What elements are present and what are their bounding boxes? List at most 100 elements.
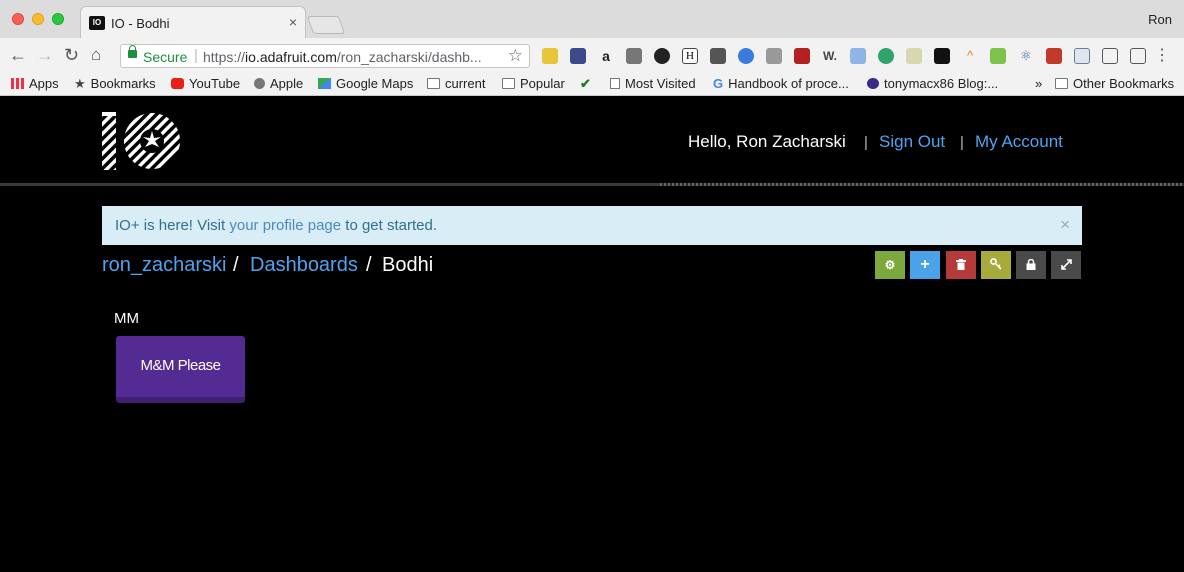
- apple-icon: [254, 78, 265, 89]
- header-divider-dashed: [660, 183, 1184, 186]
- folder-icon: [1055, 78, 1068, 89]
- image-icon[interactable]: [906, 48, 922, 64]
- breadcrumb-separator: /: [366, 254, 372, 276]
- cast-icon[interactable]: [1102, 48, 1118, 64]
- google-maps-icon: [318, 78, 331, 89]
- user-greeting: Hello, Ron Zacharski: [688, 132, 846, 151]
- forward-arrow-icon[interactable]: →: [36, 46, 54, 64]
- dashboard-settings-button[interactable]: ⚙: [875, 251, 905, 279]
- amazon-badge-icon[interactable]: [934, 48, 950, 64]
- extension-icon[interactable]: [766, 48, 782, 64]
- youtube-icon: [171, 78, 184, 89]
- folder-icon: [427, 78, 440, 89]
- my-account-link[interactable]: My Account: [975, 132, 1063, 152]
- bookmark-handbook[interactable]: G Handbook of proce...: [713, 76, 849, 91]
- browser-menu-icon[interactable]: ⋮: [1154, 45, 1170, 65]
- io-plus-alert: IO+ is here! Visit your profile page to …: [102, 206, 1082, 245]
- tab-title: IO - Bodhi: [111, 16, 170, 31]
- sign-out-link[interactable]: Sign Out: [879, 132, 945, 152]
- lock-dashboard-button[interactable]: [1016, 251, 1046, 279]
- extension-icon[interactable]: [626, 48, 642, 64]
- fullscreen-button[interactable]: [1051, 251, 1081, 279]
- url-host: io.adafruit.com: [245, 49, 337, 65]
- bookmark-google-maps[interactable]: Google Maps: [318, 76, 413, 91]
- profile-name[interactable]: Ron: [1148, 12, 1172, 27]
- extension-icon[interactable]: ^: [962, 48, 978, 64]
- profile-page-link[interactable]: your profile page: [229, 217, 341, 234]
- new-tab-button[interactable]: [306, 16, 346, 34]
- add-block-button[interactable]: +: [910, 251, 940, 279]
- extension-icon[interactable]: [990, 48, 1006, 64]
- tab-close-icon[interactable]: ×: [289, 14, 297, 30]
- header-separator: |: [864, 134, 868, 151]
- block-title: MM: [114, 310, 139, 327]
- google-icon: G: [713, 76, 724, 91]
- home-icon[interactable]: ⌂: [91, 46, 101, 64]
- browser-toolbar: ← → ↻ ⌂ Secure | https://io.adafruit.com…: [0, 38, 1184, 72]
- reload-icon[interactable]: ↻: [64, 46, 79, 64]
- breadcrumb-user-link[interactable]: ron_zacharski: [102, 254, 227, 277]
- address-bar[interactable]: Secure | https://io.adafruit.com/ron_zac…: [120, 44, 530, 68]
- amazon-icon[interactable]: a: [598, 48, 614, 64]
- window-close-button[interactable]: [12, 13, 24, 25]
- io-page: Hello, Ron Zacharski | Sign Out | My Acc…: [0, 96, 1184, 572]
- window-maximize-button[interactable]: [52, 13, 64, 25]
- bookmark-star-icon[interactable]: ☆: [508, 46, 523, 66]
- extension-icon[interactable]: [878, 48, 894, 64]
- plex-icon[interactable]: [654, 48, 670, 64]
- checkmark-icon: ✔: [580, 76, 591, 91]
- url-scheme: https://: [203, 49, 246, 65]
- breadcrumb-separator: /: [233, 254, 239, 276]
- wordlens-icon[interactable]: W.: [822, 48, 838, 64]
- delete-dashboard-button[interactable]: [946, 251, 976, 279]
- gear-icon: ⚙: [884, 258, 896, 272]
- extension-icon[interactable]: [570, 48, 586, 64]
- header-divider: [0, 183, 660, 186]
- breadcrumb-current: Bodhi: [382, 254, 434, 276]
- trash-icon: [956, 259, 966, 270]
- bookmark-current[interactable]: current: [427, 76, 485, 91]
- bookmark-apps[interactable]: Apps: [11, 76, 59, 91]
- bookmark-youtube[interactable]: YouTube: [171, 76, 240, 91]
- evernote-icon[interactable]: [710, 48, 726, 64]
- breadcrumb-dashboards-link[interactable]: Dashboards: [250, 254, 358, 277]
- browser-chrome: IO IO - Bodhi × Ron ← → ↻ ⌂ Secure | htt…: [0, 0, 1184, 96]
- dashboard-key-button[interactable]: [981, 251, 1011, 279]
- secure-label: Secure: [143, 49, 188, 65]
- bookmark-apple[interactable]: Apple: [254, 76, 303, 91]
- alert-message: IO+ is here! Visit your profile page to …: [115, 217, 437, 234]
- bookmarks-bar: Apps ★ Bookmarks YouTube Apple Google Map…: [0, 72, 1184, 96]
- bookmark-tonymacx86[interactable]: tonymacx86 Blog:...: [867, 76, 998, 91]
- url-text[interactable]: https://io.adafruit.com/ron_zacharski/da…: [203, 49, 482, 65]
- bookmark-bookmarks[interactable]: ★ Bookmarks: [74, 76, 156, 92]
- alert-close-icon[interactable]: ×: [1060, 215, 1070, 235]
- bookmark-other-bookmarks[interactable]: Other Bookmarks: [1055, 76, 1174, 91]
- star-icon: ★: [74, 76, 86, 91]
- mm-please-button[interactable]: M&M Please: [116, 336, 245, 403]
- dropbox-icon[interactable]: [850, 48, 866, 64]
- tonymacx86-icon: [867, 78, 879, 89]
- adafruit-io-logo[interactable]: [102, 112, 182, 170]
- cors-icon[interactable]: [1046, 48, 1062, 64]
- window-minimize-button[interactable]: [32, 13, 44, 25]
- star-extension-icon[interactable]: [1074, 48, 1090, 64]
- bookmarks-overflow-chevron[interactable]: »: [1035, 76, 1042, 91]
- browser-tab[interactable]: IO IO - Bodhi ×: [80, 6, 306, 38]
- back-arrow-icon[interactable]: ←: [9, 46, 27, 64]
- bookmark-most-visited[interactable]: Most Visited: [610, 76, 696, 91]
- plus-icon: +: [920, 256, 930, 273]
- folder-icon: [502, 78, 515, 89]
- page-icon: [610, 78, 620, 89]
- bookmark-check[interactable]: ✔: [580, 76, 591, 92]
- react-icon[interactable]: ⚛: [1018, 48, 1034, 64]
- key-icon: [990, 258, 1002, 270]
- lock-icon: [128, 45, 137, 58]
- extension-icon[interactable]: [542, 48, 558, 64]
- extension-icon[interactable]: [1130, 48, 1146, 64]
- ublock-icon[interactable]: [794, 48, 810, 64]
- header-separator: |: [960, 134, 964, 151]
- hypothesis-icon[interactable]: H: [682, 48, 698, 64]
- apps-grid-icon: [11, 78, 24, 89]
- extension-icon[interactable]: [738, 48, 754, 64]
- bookmark-popular[interactable]: Popular: [502, 76, 565, 91]
